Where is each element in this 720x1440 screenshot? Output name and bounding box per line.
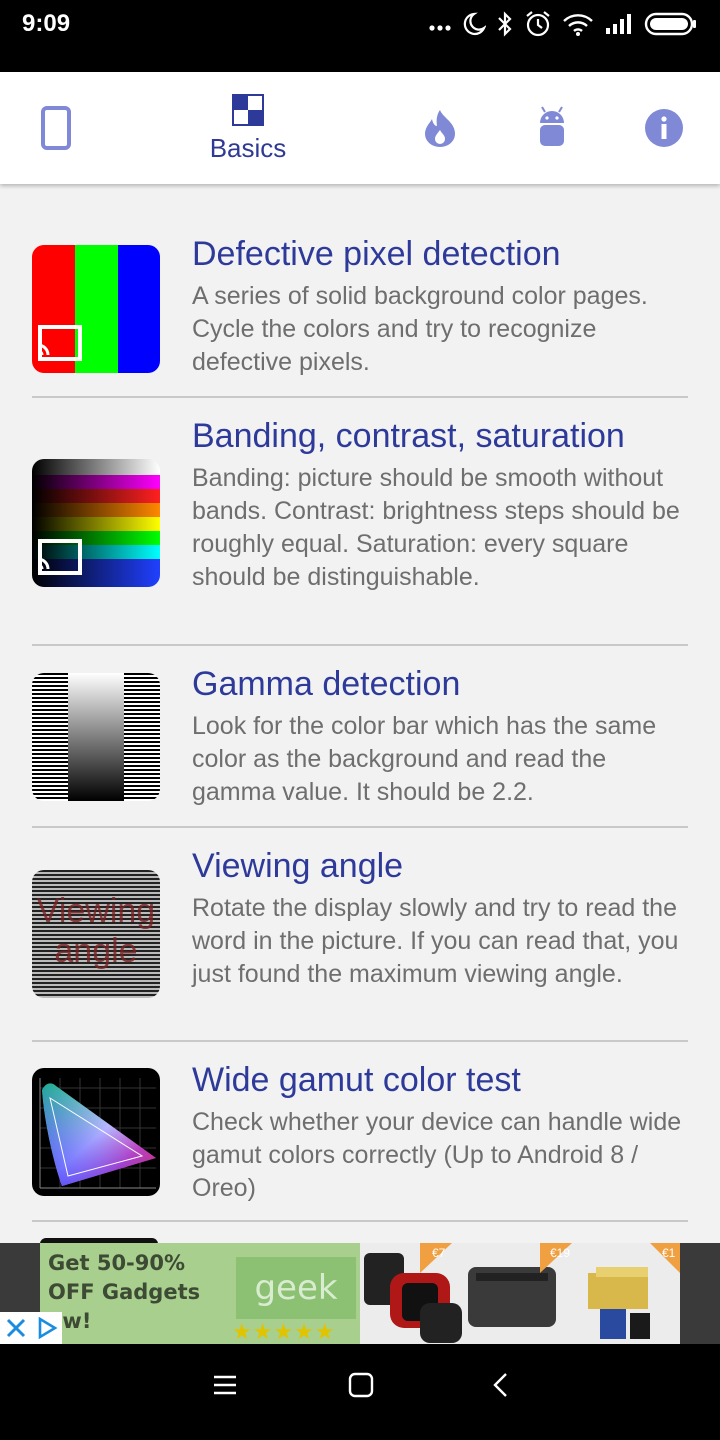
status-time: 9:09 (22, 10, 71, 37)
menu-icon[interactable] (212, 1372, 238, 1398)
moon-icon (463, 12, 486, 36)
checker-icon (232, 93, 264, 126)
status-bar: 9:09 (0, 0, 720, 72)
item-title: Defective pixel detection (192, 235, 561, 273)
battery-icon (644, 12, 696, 36)
home-icon[interactable] (348, 1372, 374, 1398)
ad-price-tag-1: €7 (432, 1246, 446, 1260)
ad-choices[interactable] (0, 1312, 62, 1344)
list-item-gamma[interactable]: Gamma detection Look for the color bar w… (32, 664, 688, 828)
defective-pixel-thumbnail (32, 245, 160, 373)
bluetooth-icon (498, 11, 512, 37)
flame-icon (425, 110, 455, 147)
test-list: Defective pixel detection A series of so… (0, 184, 720, 1243)
list-item-wide-gamut[interactable]: Wide gamut color test Check whether your… (32, 1060, 688, 1222)
ad-banner[interactable]: Get 50-90% OFF Gadgets ow! geek ★★★★★ €7… (0, 1243, 720, 1344)
more-notifications-icon (429, 25, 451, 31)
item-description: Look for the color bar which has the sam… (192, 712, 657, 806)
ad-text: Get 50-90% OFF Gadgets ow! (48, 1251, 201, 1333)
ad-green-panel[interactable]: Get 50-90% OFF Gadgets ow! geek ★★★★★ (40, 1243, 360, 1344)
tab-info[interactable] (624, 72, 704, 184)
banding-thumbnail (32, 459, 160, 587)
item-title: Gamma detection (192, 665, 461, 703)
back-icon[interactable] (488, 1372, 514, 1398)
tab-burn[interactable] (400, 72, 480, 184)
tab-device[interactable] (16, 72, 96, 184)
status-icons (428, 8, 698, 40)
wide-gamut-thumbnail (32, 1068, 160, 1196)
signal-icon (606, 14, 631, 34)
viewing-angle-word-1: Viewing (37, 892, 155, 930)
ad-logo: geek (236, 1257, 356, 1319)
menu-button[interactable] (212, 1372, 238, 1403)
tab-android[interactable] (512, 72, 592, 184)
list-item-banding[interactable]: Banding, contrast, saturation Banding: p… (32, 416, 688, 646)
item-description: Banding: picture should be smooth withou… (192, 464, 680, 591)
ad-rating-stars: ★★★★★ (232, 1319, 336, 1344)
item-description: A series of solid background color pages… (192, 282, 648, 376)
viewing-angle-thumbnail: Viewing angle (32, 870, 160, 998)
close-icon[interactable] (5, 1317, 27, 1339)
viewing-angle-word-2: angle (54, 932, 137, 970)
item-title: Banding, contrast, saturation (192, 417, 625, 455)
item-description: Check whether your device can handle wid… (192, 1108, 682, 1202)
tab-basics-label: Basics (209, 132, 287, 163)
ad-product-image[interactable]: €7 €19 €1 (360, 1243, 680, 1344)
ad-price-tag-2: €19 (550, 1246, 570, 1260)
item-description: Rotate the display slowly and try to rea… (192, 894, 679, 988)
info-icon (645, 109, 683, 147)
list-item-viewing-angle[interactable]: Viewing angle Viewing angle Rotate the d… (32, 846, 688, 1042)
ad-price-tag-3: €1 (662, 1246, 676, 1260)
item-title: Wide gamut color test (192, 1061, 521, 1099)
android-icon (540, 106, 564, 146)
navigation-bar (0, 1344, 720, 1440)
tab-bar: Basics (0, 72, 720, 184)
home-button[interactable] (348, 1372, 374, 1403)
phone-icon (41, 106, 71, 150)
back-button[interactable] (488, 1372, 514, 1403)
tab-basics[interactable]: Basics (188, 72, 308, 184)
item-title: Viewing angle (192, 847, 404, 885)
wifi-icon (563, 14, 593, 36)
gamma-thumbnail (32, 673, 160, 801)
list-item-defective-pixel[interactable]: Defective pixel detection A series of so… (32, 234, 688, 398)
ad-choices-icon[interactable] (36, 1316, 58, 1340)
alarm-icon (526, 11, 550, 37)
